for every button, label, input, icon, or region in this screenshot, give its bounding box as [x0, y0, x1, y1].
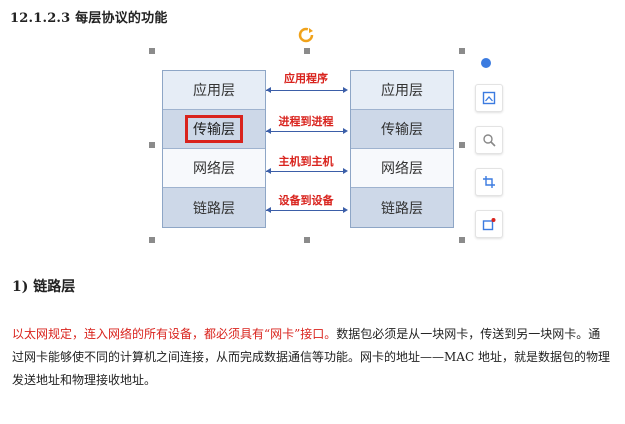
share-button[interactable] — [475, 210, 503, 238]
crop-button[interactable] — [475, 168, 503, 196]
layer-label: 网络层 — [381, 161, 423, 177]
layout-icon — [482, 91, 496, 105]
rotate-icon[interactable] — [297, 26, 315, 44]
left-layer-network: 网络层 — [163, 149, 265, 188]
zoom-icon — [483, 134, 496, 147]
body-paragraph: 以太网规定，连入网络的所有设备，都必须具有“网卡”接口。数据包必须是从一块网卡，… — [12, 323, 612, 392]
zoom-button[interactable] — [475, 126, 503, 154]
layer-label: 链路层 — [381, 200, 423, 217]
layer-label: 应用层 — [381, 83, 423, 99]
layout-options-button[interactable] — [475, 84, 503, 112]
resize-handle-se[interactable] — [459, 237, 465, 243]
right-layer-application: 应用层 — [351, 71, 453, 110]
resize-handle-sw[interactable] — [149, 237, 155, 243]
left-layer-link: 链路层 — [163, 188, 265, 227]
resize-handle-nw[interactable] — [149, 48, 155, 54]
left-layer-application: 应用层 — [163, 71, 265, 110]
arrowheads — [266, 87, 348, 213]
right-layer-stack: 应用层 传输层 网络层 链路层 — [350, 70, 454, 228]
layer-label: 网络层 — [193, 161, 235, 177]
share-icon — [482, 218, 496, 231]
layer-label: 传输层 — [381, 122, 423, 138]
highlighted-sentence: 以太网规定，连入网络的所有设备，都必须具有“网卡”接口。 — [12, 327, 337, 341]
toolbar-collapse-dot[interactable] — [481, 58, 491, 68]
resize-handle-e[interactable] — [459, 142, 465, 148]
right-layer-link: 链路层 — [351, 188, 453, 227]
resize-handle-s[interactable] — [304, 237, 310, 243]
layer-label-highlighted: 传输层 — [185, 115, 243, 143]
left-layer-stack: 应用层 传输层 网络层 链路层 — [162, 70, 266, 228]
resize-handle-n[interactable] — [304, 48, 310, 54]
layer-label: 链路层 — [193, 200, 235, 217]
resize-handle-ne[interactable] — [459, 48, 465, 54]
layer-label: 应用层 — [193, 83, 235, 99]
subheading-link-layer: 1) 链路层 — [12, 279, 76, 295]
resize-handle-w[interactable] — [149, 142, 155, 148]
crop-icon — [483, 176, 495, 188]
right-layer-transport: 传输层 — [351, 110, 453, 149]
section-heading: 12.1.2.3 每层协议的功能 — [10, 11, 168, 26]
left-layer-transport: 传输层 — [163, 110, 265, 149]
right-layer-network: 网络层 — [351, 149, 453, 188]
